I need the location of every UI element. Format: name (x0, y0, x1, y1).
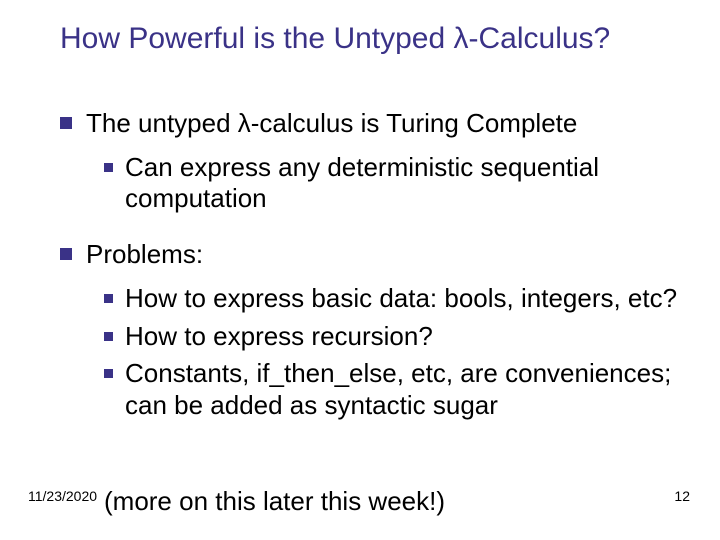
bullet-text: How to express recursion? (125, 321, 680, 353)
footer-page-number: 12 (674, 488, 690, 504)
bullet-text: How to express basic data: bools, intege… (125, 283, 680, 315)
square-bullet-icon (60, 248, 72, 260)
bullet-level2: Can express any deterministic sequential… (104, 152, 680, 215)
bullet-text: The untyped λ-calculus is Turing Complet… (86, 108, 680, 140)
footer-date: 11/23/2020 (28, 488, 97, 504)
bullet-text: Can express any deterministic sequential… (125, 152, 680, 215)
closing-line: (more on this later this week!) (104, 486, 680, 518)
spacer (60, 221, 680, 239)
slide-body: The untyped λ-calculus is Turing Complet… (60, 108, 680, 428)
bullet-level2: How to express basic data: bools, intege… (104, 283, 680, 315)
bullet-level1: The untyped λ-calculus is Turing Complet… (60, 108, 680, 140)
square-bullet-icon (104, 369, 113, 378)
square-bullet-icon (104, 332, 113, 341)
square-bullet-icon (60, 117, 72, 129)
bullet-text: Constants, if_then_else, etc, are conven… (125, 358, 680, 421)
square-bullet-icon (104, 294, 113, 303)
bullet-level2: Constants, if_then_else, etc, are conven… (104, 358, 680, 421)
bullet-text: Problems: (86, 239, 680, 271)
slide-title: How Powerful is the Untyped λ-Calculus? (60, 22, 680, 57)
bullet-level2: How to express recursion? (104, 321, 680, 353)
bullet-level1: Problems: (60, 239, 680, 271)
slide: How Powerful is the Untyped λ-Calculus? … (0, 0, 720, 540)
square-bullet-icon (104, 163, 113, 172)
